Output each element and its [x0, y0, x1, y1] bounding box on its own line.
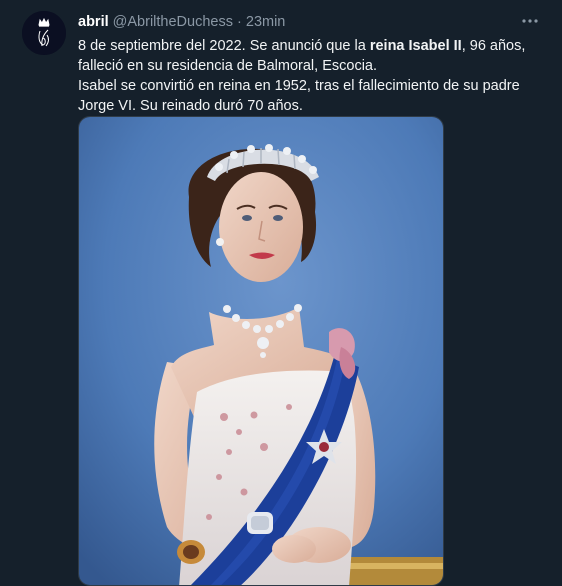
tweet-timestamp[interactable]: 23min	[246, 14, 286, 30]
tweet[interactable]: abril @AbriltheDuchess · 23min 8 de sept…	[0, 0, 562, 586]
tweet-text-paragraph-1: 8 de septiembre del 2022. Se anunció que…	[78, 36, 533, 76]
more-options-button[interactable]	[518, 12, 542, 30]
tweet-text-paragraph-2: Isabel se convirtió en reina en 1952, tr…	[78, 78, 520, 114]
tweet-photo[interactable]	[78, 116, 444, 586]
text-part: 8 de septiembre del 2022. Se anunció que…	[78, 38, 370, 54]
author-handle[interactable]: @AbriltheDuchess	[113, 14, 233, 30]
author-avatar[interactable]	[22, 11, 66, 55]
tweet-header: abril @AbriltheDuchess · 23min	[78, 13, 285, 31]
crown-monogram-icon	[22, 11, 66, 55]
portrait-image	[79, 117, 443, 585]
separator-dot: ·	[237, 14, 242, 30]
author-name[interactable]: abril	[78, 14, 109, 30]
tweet-text: 8 de septiembre del 2022. Se anunció que…	[78, 36, 533, 116]
more-horizontal-icon	[522, 19, 538, 23]
text-bold-part: reina Isabel II	[369, 38, 462, 54]
